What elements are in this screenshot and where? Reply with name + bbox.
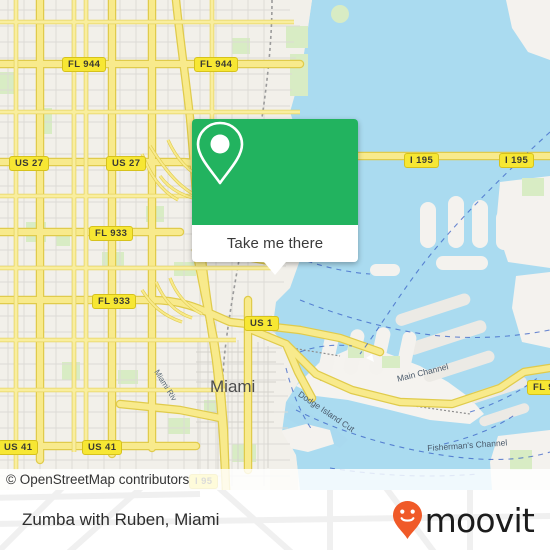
road-shield-fl-944-east[interactable]: FL 944 (194, 57, 239, 73)
map-city-label: Miami (210, 377, 256, 396)
map-canvas[interactable]: Miami Miami Riv Main Channel Dodge Islan… (0, 0, 550, 490)
location-pin-icon (196, 121, 244, 185)
footer-bar: Zumba with Ruben, Miami moovit (0, 490, 550, 550)
moovit-smiley-pin-icon (392, 501, 422, 539)
location-popup-card[interactable]: Take me there (192, 119, 358, 275)
road-shield-fl-933-south[interactable]: FL 933 (92, 294, 137, 310)
road-shield-i-195-east[interactable]: I 195 (499, 153, 535, 169)
road-shield-us-41-west[interactable]: US 41 (0, 440, 39, 456)
take-me-there-label: Take me there (226, 235, 324, 252)
popup-card-header (192, 119, 358, 225)
screenshot-root: Miami Miami Riv Main Channel Dodge Islan… (0, 0, 550, 550)
footer-place-title: Zumba with Ruben, Miami (22, 510, 220, 529)
road-shield-fl-9[interactable]: FL 9 (527, 380, 550, 396)
moovit-brand[interactable]: moovit (392, 500, 535, 540)
road-shield-fl-944-west[interactable]: FL 944 (62, 57, 107, 73)
moovit-wordmark: moovit (424, 500, 535, 540)
road-shield-us-27-east[interactable]: US 27 (106, 156, 147, 172)
map-attribution[interactable]: © OpenStreetMap contributors (0, 469, 550, 490)
road-shield-fl-933-north[interactable]: FL 933 (89, 226, 134, 242)
road-shield-us-1[interactable]: US 1 (244, 316, 279, 332)
popup-card-action[interactable]: Take me there (192, 225, 358, 275)
road-shield-us-41-east[interactable]: US 41 (82, 440, 123, 456)
road-shield-i-195-west[interactable]: I 195 (404, 153, 440, 169)
popup-card-tail (264, 262, 286, 275)
road-shield-us-27-west[interactable]: US 27 (9, 156, 50, 172)
